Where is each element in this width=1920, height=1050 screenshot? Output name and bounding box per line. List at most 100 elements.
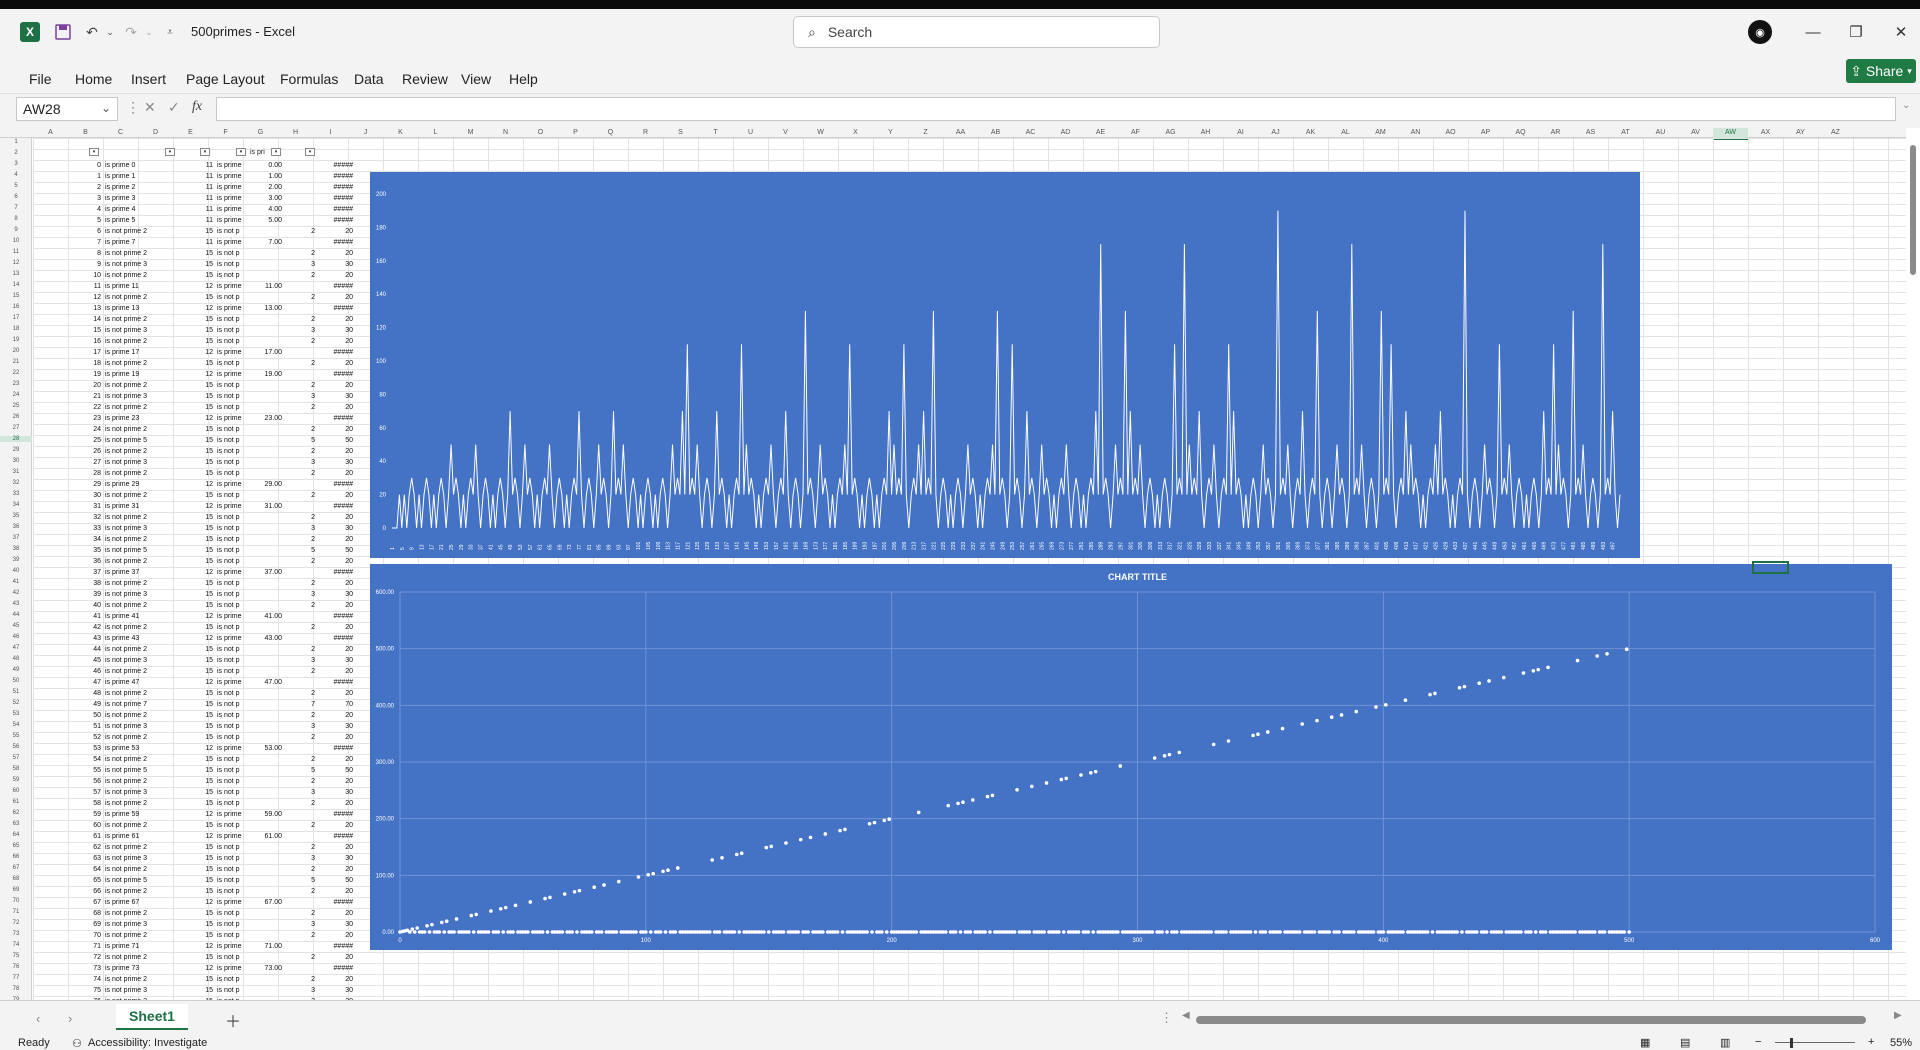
table-cell[interactable]: is not prime 5 (105, 546, 183, 555)
row-header[interactable]: 68 (0, 876, 32, 882)
column-header[interactable]: D (138, 128, 173, 138)
row-header[interactable]: 60 (0, 788, 32, 794)
zoom-level[interactable]: 55% (1890, 1037, 1912, 1049)
table-cell[interactable]: is not p (217, 777, 255, 786)
table-cell[interactable]: is not p (217, 425, 255, 434)
table-cell[interactable]: ##### (319, 205, 353, 214)
table-cell[interactable]: 75 (33, 986, 101, 995)
table-cell[interactable]: ##### (319, 744, 353, 753)
close-icon[interactable]: ✕ (1887, 20, 1915, 44)
column-header[interactable]: H (278, 128, 313, 138)
table-cell[interactable]: 15 (181, 953, 216, 962)
row-header[interactable]: 65 (0, 843, 32, 849)
table-cell[interactable]: 20 (319, 227, 353, 236)
row-header[interactable]: 54 (0, 722, 32, 728)
column-header[interactable]: AX (1748, 128, 1783, 138)
tab-home[interactable]: Home (75, 64, 112, 94)
table-cell[interactable]: is not p (217, 733, 255, 742)
row-header[interactable]: 23 (0, 381, 32, 387)
table-cell[interactable]: is not prime 2 (105, 513, 183, 522)
table-cell[interactable]: 15 (181, 975, 216, 984)
table-cell[interactable]: 3 (283, 458, 315, 467)
table-cell[interactable]: is not prime 7 (105, 700, 183, 709)
table-cell[interactable]: 68 (33, 909, 101, 918)
table-cell[interactable]: ##### (319, 238, 353, 247)
table-cell[interactable]: 15 (181, 326, 216, 335)
table-cell[interactable]: 15 (181, 986, 216, 995)
table-cell[interactable]: 22 (33, 403, 101, 412)
row-header[interactable]: 46 (0, 634, 32, 640)
table-cell[interactable]: 48 (33, 689, 101, 698)
table-cell[interactable]: 30 (319, 986, 353, 995)
tab-review[interactable]: Review (402, 64, 448, 94)
table-cell[interactable]: 15 (181, 909, 216, 918)
table-cell[interactable]: is not prime 3 (105, 260, 183, 269)
table-cell[interactable]: 12 (181, 744, 216, 753)
table-cell[interactable]: 2 (283, 733, 315, 742)
table-cell[interactable]: 12 (181, 898, 216, 907)
table-cell[interactable]: 14 (33, 315, 101, 324)
row-header[interactable]: 37 (0, 535, 32, 541)
table-cell[interactable]: is not p (217, 700, 255, 709)
table-cell[interactable]: 38 (33, 579, 101, 588)
table-cell[interactable]: is not p (217, 645, 255, 654)
table-cell[interactable]: 11.00 (248, 282, 282, 291)
table-cell[interactable]: is not prime 2 (105, 799, 183, 808)
table-cell[interactable]: is not prime 2 (105, 689, 183, 698)
column-header[interactable]: AC (1013, 128, 1048, 138)
table-cell[interactable]: is not prime 2 (105, 975, 183, 984)
table-cell[interactable]: 11 (181, 172, 216, 181)
table-cell[interactable]: 20 (319, 293, 353, 302)
table-cell[interactable]: 3 (283, 656, 315, 665)
table-cell[interactable]: 20 (319, 865, 353, 874)
row-header[interactable]: 16 (0, 304, 32, 310)
table-cell[interactable]: ##### (319, 964, 353, 973)
table-cell[interactable]: 41.00 (248, 612, 282, 621)
selected-cell-aw28[interactable] (1752, 561, 1789, 574)
table-cell[interactable]: is not prime 2 (105, 645, 183, 654)
table-cell[interactable]: is not prime 2 (105, 557, 183, 566)
table-cell[interactable]: 61.00 (248, 832, 282, 841)
table-cell[interactable]: is prime 29 (105, 480, 183, 489)
column-header[interactable]: AH (1188, 128, 1223, 138)
row-header[interactable]: 64 (0, 832, 32, 838)
table-cell[interactable]: 56 (33, 777, 101, 786)
table-cell[interactable]: 19.00 (248, 370, 282, 379)
row-header[interactable]: 43 (0, 601, 32, 607)
table-cell[interactable]: 20 (319, 579, 353, 588)
table-cell[interactable]: is not prime 3 (105, 326, 183, 335)
table-cell[interactable]: is not p (217, 975, 255, 984)
table-cell[interactable]: is not p (217, 843, 255, 852)
table-cell[interactable]: 15 (181, 271, 216, 280)
table-cell[interactable]: 72 (33, 953, 101, 962)
table-cell[interactable]: is prime 11 (105, 282, 183, 291)
table-cell[interactable]: 35 (33, 546, 101, 555)
accessibility-icon[interactable]: ⚇ (72, 1037, 82, 1050)
table-cell[interactable]: 17 (33, 348, 101, 357)
table-cell[interactable]: is prime 0 (105, 161, 183, 170)
column-header[interactable]: V (768, 128, 803, 138)
column-header[interactable]: AK (1293, 128, 1328, 138)
table-cell[interactable]: 15 (181, 425, 216, 434)
table-cell[interactable]: is not prime 2 (105, 491, 183, 500)
column-header[interactable]: AY (1783, 128, 1818, 138)
table-cell[interactable]: is not p (217, 392, 255, 401)
row-header[interactable]: 63 (0, 821, 32, 827)
table-cell[interactable]: 7.00 (248, 238, 282, 247)
table-cell[interactable]: 30 (319, 722, 353, 731)
row-header[interactable]: 47 (0, 645, 32, 651)
column-header[interactable]: J (348, 128, 383, 138)
row-header[interactable]: 12 (0, 260, 32, 266)
tab-data[interactable]: Data (354, 64, 384, 94)
table-cell[interactable]: 20 (319, 953, 353, 962)
table-cell[interactable]: 2 (283, 425, 315, 434)
table-cell[interactable]: 15 (181, 700, 216, 709)
table-cell[interactable]: 2 (283, 953, 315, 962)
table-cell[interactable]: 15 (181, 359, 216, 368)
table-cell[interactable]: 23.00 (248, 414, 282, 423)
table-cell[interactable]: is not p (217, 623, 255, 632)
table-cell[interactable]: 2 (283, 381, 315, 390)
table-cell[interactable]: 20 (319, 733, 353, 742)
table-cell[interactable]: is not p (217, 260, 255, 269)
column-header[interactable]: R (628, 128, 663, 138)
